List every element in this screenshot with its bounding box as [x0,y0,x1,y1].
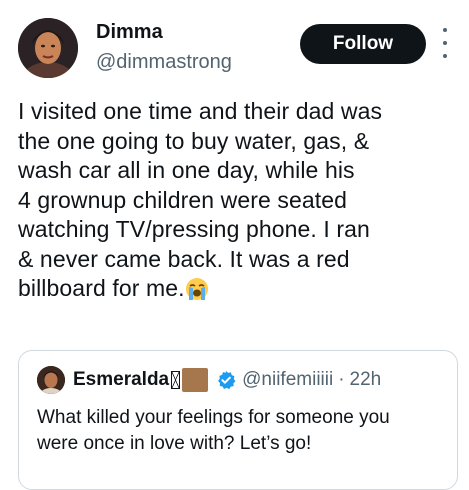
verified-badge-icon [218,370,236,390]
quoted-handle[interactable]: @niifemiiiii [242,368,333,392]
more-options-icon[interactable] [440,28,450,58]
quoted-tweet[interactable]: Esmeralda @niifemiiiii · 22h What killed… [18,350,458,490]
author-avatar[interactable] [18,18,78,78]
tweet-line-text: billboard for me. [18,275,185,301]
missing-glyph-icon [171,371,181,389]
quoted-separator: · [338,369,345,390]
quoted-avatar-photo-icon [37,366,65,394]
tweet-line: the one going to buy water, gas, & [18,127,370,154]
quoted-line: were once in love with? Let’s go! [37,433,312,454]
more-dot [443,28,447,32]
tweet-line: wash car all in one day, while his [18,157,355,183]
tweet-line: & never came back. It was a red [18,245,350,272]
quoted-body: What killed your feelings for someone yo… [37,405,447,457]
tweet-line-last: billboard for me. [18,274,458,304]
more-dot [443,54,447,58]
tweet-body: I visited one time and their dad was the… [18,97,458,304]
skin-tone-emoji-icon [182,368,209,392]
avatar-photo-icon [18,18,78,78]
quoted-author-avatar[interactable] [37,366,65,394]
author-display-name[interactable]: Dimma [96,20,163,44]
follow-button[interactable]: Follow [300,24,426,64]
tweet-line: I visited one time and their dad was [18,98,383,124]
quoted-display-name[interactable]: Esmeralda [73,368,169,392]
loudly-crying-face-icon [185,278,208,300]
quoted-header: Esmeralda @niifemiiiii · 22h [73,368,381,392]
quoted-line: What killed your feelings for someone yo… [37,407,390,428]
author-handle[interactable]: @dimmastrong [96,50,232,74]
tweet-line: watching TV/pressing phone. I ran [18,216,370,242]
tweet-card: Dimma @dimmastrong Follow I visited one … [0,0,469,490]
more-dot [443,41,447,45]
quoted-timestamp[interactable]: 22h [350,368,382,392]
tweet-line: 4 grownup children were seated [18,186,348,213]
